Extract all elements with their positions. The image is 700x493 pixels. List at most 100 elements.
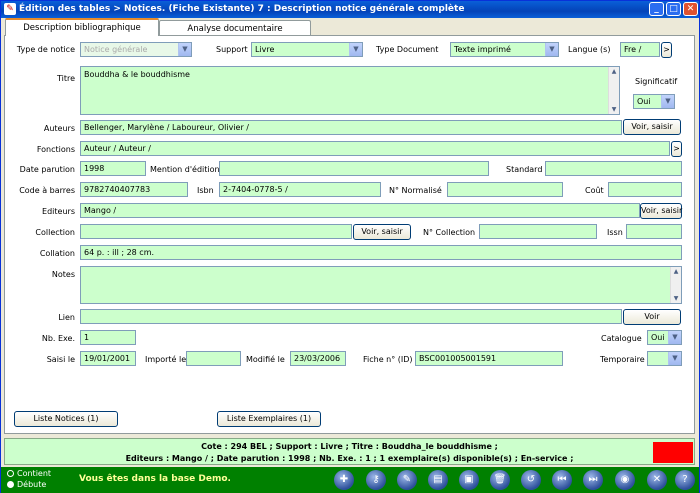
mention-label: Mention d'édition — [150, 165, 220, 174]
editeurs-label: Editeurs — [42, 207, 75, 216]
collection-field[interactable] — [80, 224, 352, 239]
minimize-icon[interactable]: _ — [649, 2, 664, 16]
chevron-down-icon[interactable]: ▼ — [668, 352, 681, 365]
type-doc-select[interactable]: Texte imprimé ▼ — [450, 42, 559, 57]
close-icon[interactable]: ✕ — [683, 2, 698, 16]
significatif-value: Oui — [637, 97, 651, 106]
langue-label: Langue (s) — [568, 45, 611, 54]
support-select[interactable]: Livre ▼ — [251, 42, 363, 57]
type-doc-label: Type Document — [376, 45, 439, 54]
standard-label: Standard — [506, 165, 543, 174]
view-icon[interactable]: ◉ — [615, 470, 635, 490]
bottom-toolbar: Contient Débute Vous êtes dans la base D… — [1, 467, 699, 493]
importe-field[interactable] — [186, 351, 241, 366]
radio-debute[interactable]: Débute — [7, 480, 46, 490]
nb-exe-field[interactable]: 1 — [80, 330, 136, 345]
lien-label: Lien — [58, 313, 75, 322]
support-value: Livre — [255, 45, 275, 54]
catalogue-select[interactable]: Oui ▼ — [647, 330, 682, 345]
langue-button[interactable]: > — [661, 42, 672, 58]
app-icon: ✎ — [4, 3, 16, 15]
normalise-field[interactable] — [447, 182, 563, 197]
collection-label: Collection — [35, 228, 75, 237]
collation-field[interactable]: 64 p. : ill ; 28 cm. — [80, 245, 682, 260]
notes-textarea[interactable]: ▲ ▼ — [80, 266, 682, 304]
type-notice-select[interactable]: Notice générale ▼ — [80, 42, 192, 57]
code-barres-label: Code à barres — [19, 186, 75, 195]
auteurs-voir-button[interactable]: Voir, saisir — [623, 119, 681, 135]
titre-textarea[interactable]: Bouddha & le bouddhisme ▲ ▼ — [80, 66, 620, 115]
num-collection-label: N° Collection — [423, 228, 476, 237]
window-title: Édition des tables > Notices. (Fiche Exi… — [19, 4, 465, 14]
tab-label: Description bibliographique — [23, 23, 141, 33]
first-record-icon[interactable]: ⏮ — [552, 470, 572, 490]
mention-field[interactable] — [219, 161, 489, 176]
fonctions-field[interactable]: Auteur / Auteur / — [80, 141, 670, 156]
tab-description-bibliographique[interactable]: Description bibliographique — [5, 18, 159, 36]
titre-label: Titre — [56, 74, 75, 83]
save-icon[interactable]: ▣ — [459, 470, 479, 490]
significatif-select[interactable]: Oui ▼ — [633, 94, 675, 109]
langue-field[interactable]: Fre / — [620, 42, 660, 57]
title-bar: ✎ Édition des tables > Notices. (Fiche E… — [1, 1, 699, 18]
collection-voir-button[interactable]: Voir, saisir — [353, 224, 411, 240]
delete-icon[interactable]: 🗑 — [490, 470, 510, 490]
standard-field[interactable] — [545, 161, 682, 176]
fiche-label: Fiche n° (ID) — [363, 355, 413, 364]
significatif-label: Significatif — [635, 77, 678, 86]
importe-label: Importé le — [145, 355, 187, 364]
radio-contient[interactable]: Contient — [7, 469, 51, 479]
close-record-icon[interactable]: ✕ — [647, 470, 667, 490]
fiche-field[interactable]: BSC001005001591 — [415, 351, 563, 366]
database-notice: Vous êtes dans la base Demo. — [79, 474, 231, 484]
nb-exe-label: Nb. Exe. — [41, 334, 75, 343]
date-parution-field[interactable]: 1998 — [80, 161, 146, 176]
temporaire-select[interactable]: ▼ — [647, 351, 682, 366]
chevron-down-icon[interactable]: ▼ — [178, 43, 191, 56]
num-collection-field[interactable] — [479, 224, 597, 239]
lien-field[interactable] — [80, 309, 622, 324]
cout-field[interactable] — [608, 182, 682, 197]
date-parution-label: Date parution — [19, 165, 75, 174]
chevron-down-icon[interactable]: ▼ — [661, 95, 674, 108]
isbn-field[interactable]: 2-7404-0778-5 / — [219, 182, 381, 197]
document-icon[interactable]: ▤ — [428, 470, 448, 490]
edit-icon[interactable]: ✎ — [397, 470, 417, 490]
scrollbar[interactable]: ▲ ▼ — [670, 267, 681, 303]
cout-label: Coût — [585, 186, 604, 195]
last-record-icon[interactable]: ⏭ — [583, 470, 603, 490]
catalogue-label: Catalogue — [601, 334, 642, 343]
issn-label: Issn — [607, 228, 623, 237]
saisi-label: Saisi le — [46, 355, 75, 364]
tab-label: Analyse documentaire — [187, 24, 283, 34]
undo-icon[interactable]: ↺ — [521, 470, 541, 490]
chevron-down-icon[interactable]: ▼ — [349, 43, 362, 56]
code-barres-field[interactable]: 9782740407783 — [80, 182, 188, 197]
editeurs-field[interactable]: Mango / — [80, 203, 640, 218]
status-line-2: Editeurs : Mango / ; Date parution : 199… — [125, 454, 574, 463]
help-icon[interactable]: ? — [675, 470, 695, 490]
fonctions-button[interactable]: > — [671, 141, 682, 157]
issn-field[interactable] — [626, 224, 682, 239]
type-notice-value: Notice générale — [84, 45, 148, 54]
chevron-down-icon[interactable]: ▼ — [668, 331, 681, 344]
scroll-up-icon[interactable]: ▲ — [671, 267, 681, 276]
maximize-icon[interactable]: □ — [666, 2, 681, 16]
modifie-field[interactable]: 23/03/2006 — [290, 351, 346, 366]
auteurs-field[interactable]: Bellenger, Marylène / Laboureur, Olivier… — [80, 120, 622, 135]
editeurs-voir-button[interactable]: Voir, saisir — [640, 203, 682, 219]
scrollbar[interactable]: ▲ ▼ — [608, 67, 619, 114]
modifie-label: Modifié le — [246, 355, 285, 364]
chevron-down-icon[interactable]: ▼ — [545, 43, 558, 56]
key-icon[interactable]: ⚷ — [366, 470, 386, 490]
lien-voir-button[interactable]: Voir — [623, 309, 681, 325]
scroll-down-icon[interactable]: ▼ — [609, 105, 619, 114]
liste-notices-button[interactable]: Liste Notices (1) — [14, 411, 118, 427]
liste-exemplaires-button[interactable]: Liste Exemplaires (1) — [217, 411, 321, 427]
isbn-label: Isbn — [197, 186, 214, 195]
new-record-icon[interactable]: ✚ — [334, 470, 354, 490]
scroll-up-icon[interactable]: ▲ — [609, 67, 619, 76]
status-indicator — [653, 442, 693, 463]
scroll-down-icon[interactable]: ▼ — [671, 294, 681, 303]
saisi-field[interactable]: 19/01/2001 — [80, 351, 136, 366]
